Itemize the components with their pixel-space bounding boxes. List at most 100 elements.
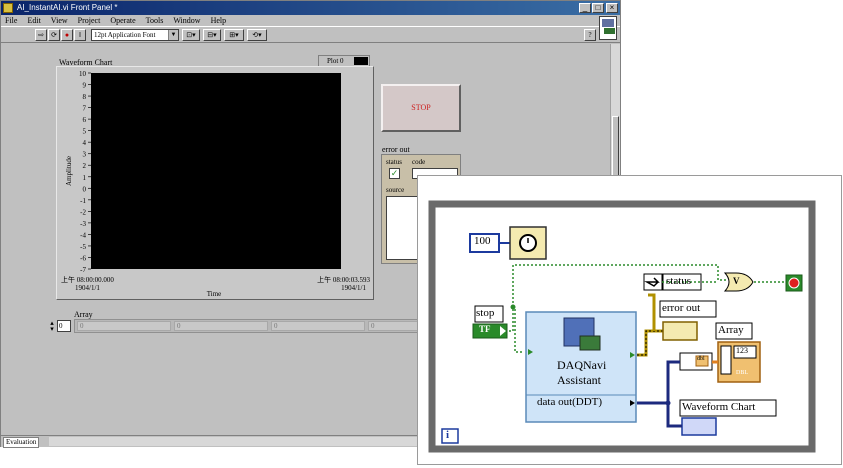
chevron-down-icon: ▼ <box>168 30 178 40</box>
stop-button[interactable]: STOP <box>381 84 461 132</box>
y-tick-label: 6 <box>83 116 87 124</box>
ddt-wire <box>637 360 680 405</box>
y-tick-label: 5 <box>83 128 87 136</box>
vi-icon[interactable] <box>599 16 617 40</box>
error-wire-inner <box>637 330 663 356</box>
array-dtype-text: DBL <box>736 370 748 376</box>
boolean-wire-daq <box>513 306 524 353</box>
menu-bar: File Edit View Project Operate Tools Win… <box>1 15 620 26</box>
font-selector-value: 12pt Application Font <box>94 31 156 39</box>
title-bar[interactable]: AI_InstantAI.vi Front Panel * _ □ × <box>1 1 620 15</box>
stop-terminal-type: TF <box>479 324 491 334</box>
array-element[interactable]: 0 <box>77 321 171 331</box>
array-index-value[interactable]: 0 <box>57 320 71 332</box>
help-icon[interactable]: ? <box>584 29 596 41</box>
y-tick-label: -1 <box>80 197 86 205</box>
stop-bd-label: stop <box>476 307 495 319</box>
menu-project[interactable]: Project <box>78 16 101 25</box>
y-tick-label: 2 <box>83 162 87 170</box>
plot-line-icon <box>354 57 368 65</box>
reorder-icon[interactable]: ⟲▾ <box>247 29 267 41</box>
error-wire <box>637 329 663 357</box>
menu-operate[interactable]: Operate <box>110 16 135 25</box>
minimize-button[interactable]: _ <box>579 3 591 13</box>
font-selector[interactable]: 12pt Application Font ▼ <box>91 29 179 41</box>
x-axis-label: Time <box>207 290 222 298</box>
error-out-bd-label: error out <box>662 302 701 314</box>
y-tick-label: -6 <box>80 254 86 262</box>
y-tick-label: 1 <box>83 174 87 182</box>
wire-junction <box>510 304 516 310</box>
block-diagram-svg <box>428 200 816 453</box>
window-title: AI_InstantAI.vi Front Panel * <box>17 3 118 12</box>
code-label: code <box>412 158 426 166</box>
menu-edit[interactable]: Edit <box>27 16 40 25</box>
menu-file[interactable]: File <box>5 16 17 25</box>
run-arrow-icon[interactable]: ⇨ <box>35 29 47 41</box>
plot-legend-name: Plot 0 <box>327 57 344 65</box>
menu-window[interactable]: Window <box>173 16 200 25</box>
x-start-time: 上午 08:00:00.000 <box>61 275 114 284</box>
block-diagram: 100 stop TF DAQNavi Assistant data out(D… <box>417 175 842 465</box>
y-tick-label: 7 <box>83 105 87 113</box>
scrollbar-thumb[interactable] <box>612 116 619 176</box>
run-continuously-icon[interactable]: ⟳ <box>48 29 60 41</box>
waveform-chart-terminal <box>681 417 717 436</box>
pause-icon[interactable]: ‖ <box>74 29 86 41</box>
array-element[interactable]: 0 <box>271 321 365 331</box>
array-type-text: 123 <box>736 346 748 355</box>
waveform-chart[interactable]: 10 9 8 7 6 5 4 3 2 1 0 -1 -2 -3 -4 -5 -6 -7 Amplitude 上午 08… <box>56 66 374 300</box>
index-spinner-icon[interactable]: ▴ ▾ <box>48 320 56 333</box>
maximize-button[interactable]: □ <box>592 3 604 13</box>
resize-objects-icon[interactable]: ⊞▾ <box>224 29 244 41</box>
y-tick-label: 8 <box>83 93 87 101</box>
or-gate-label: V <box>733 276 740 286</box>
array-index-icon <box>720 345 732 375</box>
y-tick-label: 10 <box>79 70 87 78</box>
source-label: source <box>386 186 405 194</box>
checkmark-icon: ✓ <box>389 168 400 179</box>
y-tick-label: -4 <box>80 231 86 239</box>
ddt-junction <box>665 400 671 406</box>
error-to-unbundle <box>648 293 656 331</box>
y-tick-label: 3 <box>83 151 87 159</box>
y-tick-label: 4 <box>83 139 87 147</box>
array-bd-label: Array <box>718 324 744 336</box>
daq-output-label: data out(DDT) <box>537 396 603 408</box>
y-tick-label: 9 <box>83 82 87 90</box>
x-start-date: 1904/1/1 <box>75 284 100 292</box>
array-label: Array <box>74 310 93 319</box>
daq-title-1: DAQNavi <box>557 358 607 372</box>
plot-area <box>91 73 341 269</box>
waveform-chart-bd-label: Waveform Chart <box>682 401 756 413</box>
y-tick-label: -2 <box>80 208 86 216</box>
close-button[interactable]: × <box>606 3 618 13</box>
menu-tools[interactable]: Tools <box>146 16 164 25</box>
toolbar: ⇨ ⟳ ● ‖ 12pt Application Font ▼ ⊡▾ ⊟▾ ⊞▾… <box>1 26 620 43</box>
daq-board-icon <box>579 335 601 351</box>
error-out-label: error out <box>382 145 410 154</box>
array-index-control[interactable]: ▴ ▾ 0 <box>48 320 72 333</box>
y-tick-label: -5 <box>80 243 86 251</box>
daq-title-2: Assistant <box>557 373 602 387</box>
array-element[interactable]: 0 <box>174 321 268 331</box>
context-label[interactable]: Evaluation <box>3 437 40 448</box>
labview-app-icon <box>3 3 13 13</box>
menu-view[interactable]: View <box>51 16 68 25</box>
info-icon[interactable]: i <box>446 429 449 441</box>
y-tick-label: -7 <box>80 266 86 274</box>
y-tick-label: -3 <box>80 220 86 228</box>
y-tick-label: 0 <box>83 185 87 193</box>
x-end-time: 上午 08:00:03.593 <box>317 275 370 284</box>
info-box <box>441 428 459 444</box>
status-label: status <box>386 158 402 166</box>
align-objects-icon[interactable]: ⊡▾ <box>182 29 200 41</box>
status-bd-label: status <box>666 275 692 287</box>
menu-help[interactable]: Help <box>211 16 227 25</box>
distribute-objects-icon[interactable]: ⊟▾ <box>203 29 221 41</box>
abort-icon[interactable]: ● <box>61 29 73 41</box>
chart-svg: 109876543210-1-2-3-4-5-6-7Amplitude上午 08… <box>61 70 370 298</box>
y-axis-label: Amplitude <box>65 156 73 186</box>
x-end-date: 1904/1/1 <box>341 284 366 292</box>
convert-dtype-text: dbl <box>697 356 705 362</box>
